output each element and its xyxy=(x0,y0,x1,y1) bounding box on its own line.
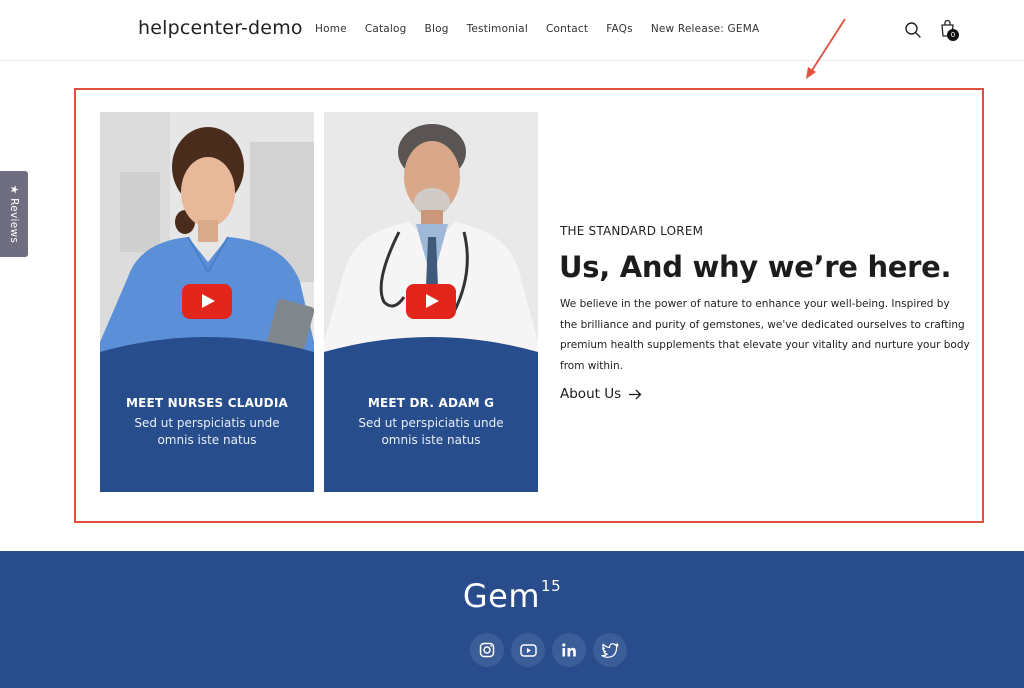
youtube-play-button[interactable] xyxy=(406,284,456,319)
youtube-icon[interactable] xyxy=(511,633,545,667)
nav-home[interactable]: Home xyxy=(315,23,347,35)
main-nav: Home Catalog Blog Testimonial Contact FA… xyxy=(315,23,777,35)
card-title: MEET DR. ADAM G xyxy=(367,396,495,410)
section-heading: Us, And why we’re here. xyxy=(559,250,952,284)
instagram-icon[interactable] xyxy=(470,633,504,667)
video-card-doctor[interactable]: MEET DR. ADAM G Sed ut perspiciatis unde… xyxy=(324,112,538,492)
nurse-photo xyxy=(100,112,314,387)
reviews-tab[interactable]: ★ Reviews xyxy=(0,171,28,257)
nav-blog[interactable]: Blog xyxy=(425,23,449,35)
nav-contact[interactable]: Contact xyxy=(546,23,588,35)
section-body: We believe in the power of nature to enh… xyxy=(560,298,970,372)
video-card-nurse[interactable]: MEET NURSES CLAUDIA Sed ut perspiciatis … xyxy=(100,112,314,492)
brand-logo[interactable]: helpcenter-demo xyxy=(138,17,303,39)
linkedin-icon[interactable] xyxy=(552,633,586,667)
cart-count-badge: 0 xyxy=(947,29,959,41)
about-us-link[interactable]: About Us xyxy=(560,386,642,402)
card-subtitle: Sed ut perspiciatis unde omnis iste natu… xyxy=(358,416,504,447)
youtube-play-button[interactable] xyxy=(182,284,232,319)
star-icon: ★ xyxy=(8,184,20,195)
nav-catalog[interactable]: Catalog xyxy=(365,23,407,35)
search-icon[interactable] xyxy=(904,21,922,39)
card-subtitle: Sed ut perspiciatis unde omnis iste natu… xyxy=(134,416,280,447)
footer-logo[interactable]: Gem15 xyxy=(0,577,1024,615)
twitter-icon[interactable] xyxy=(593,633,627,667)
doctor-photo xyxy=(324,112,538,387)
nav-faqs[interactable]: FAQs xyxy=(606,23,633,35)
nav-testimonial[interactable]: Testimonial xyxy=(467,23,528,35)
arrow-right-icon xyxy=(629,389,642,399)
annotation-arrow xyxy=(806,18,846,79)
about-us-label: About Us xyxy=(560,386,622,402)
site-footer: Gem15 xyxy=(0,551,1024,688)
site-header: helpcenter-demo Home Catalog Blog Testim… xyxy=(0,0,1024,61)
nav-new-release[interactable]: New Release: GEMA xyxy=(651,23,760,35)
section-eyebrow: THE STANDARD LOREM xyxy=(560,224,704,238)
card-title: MEET NURSES CLAUDIA xyxy=(125,396,288,410)
social-links xyxy=(470,633,627,667)
reviews-tab-label: Reviews xyxy=(8,198,20,244)
